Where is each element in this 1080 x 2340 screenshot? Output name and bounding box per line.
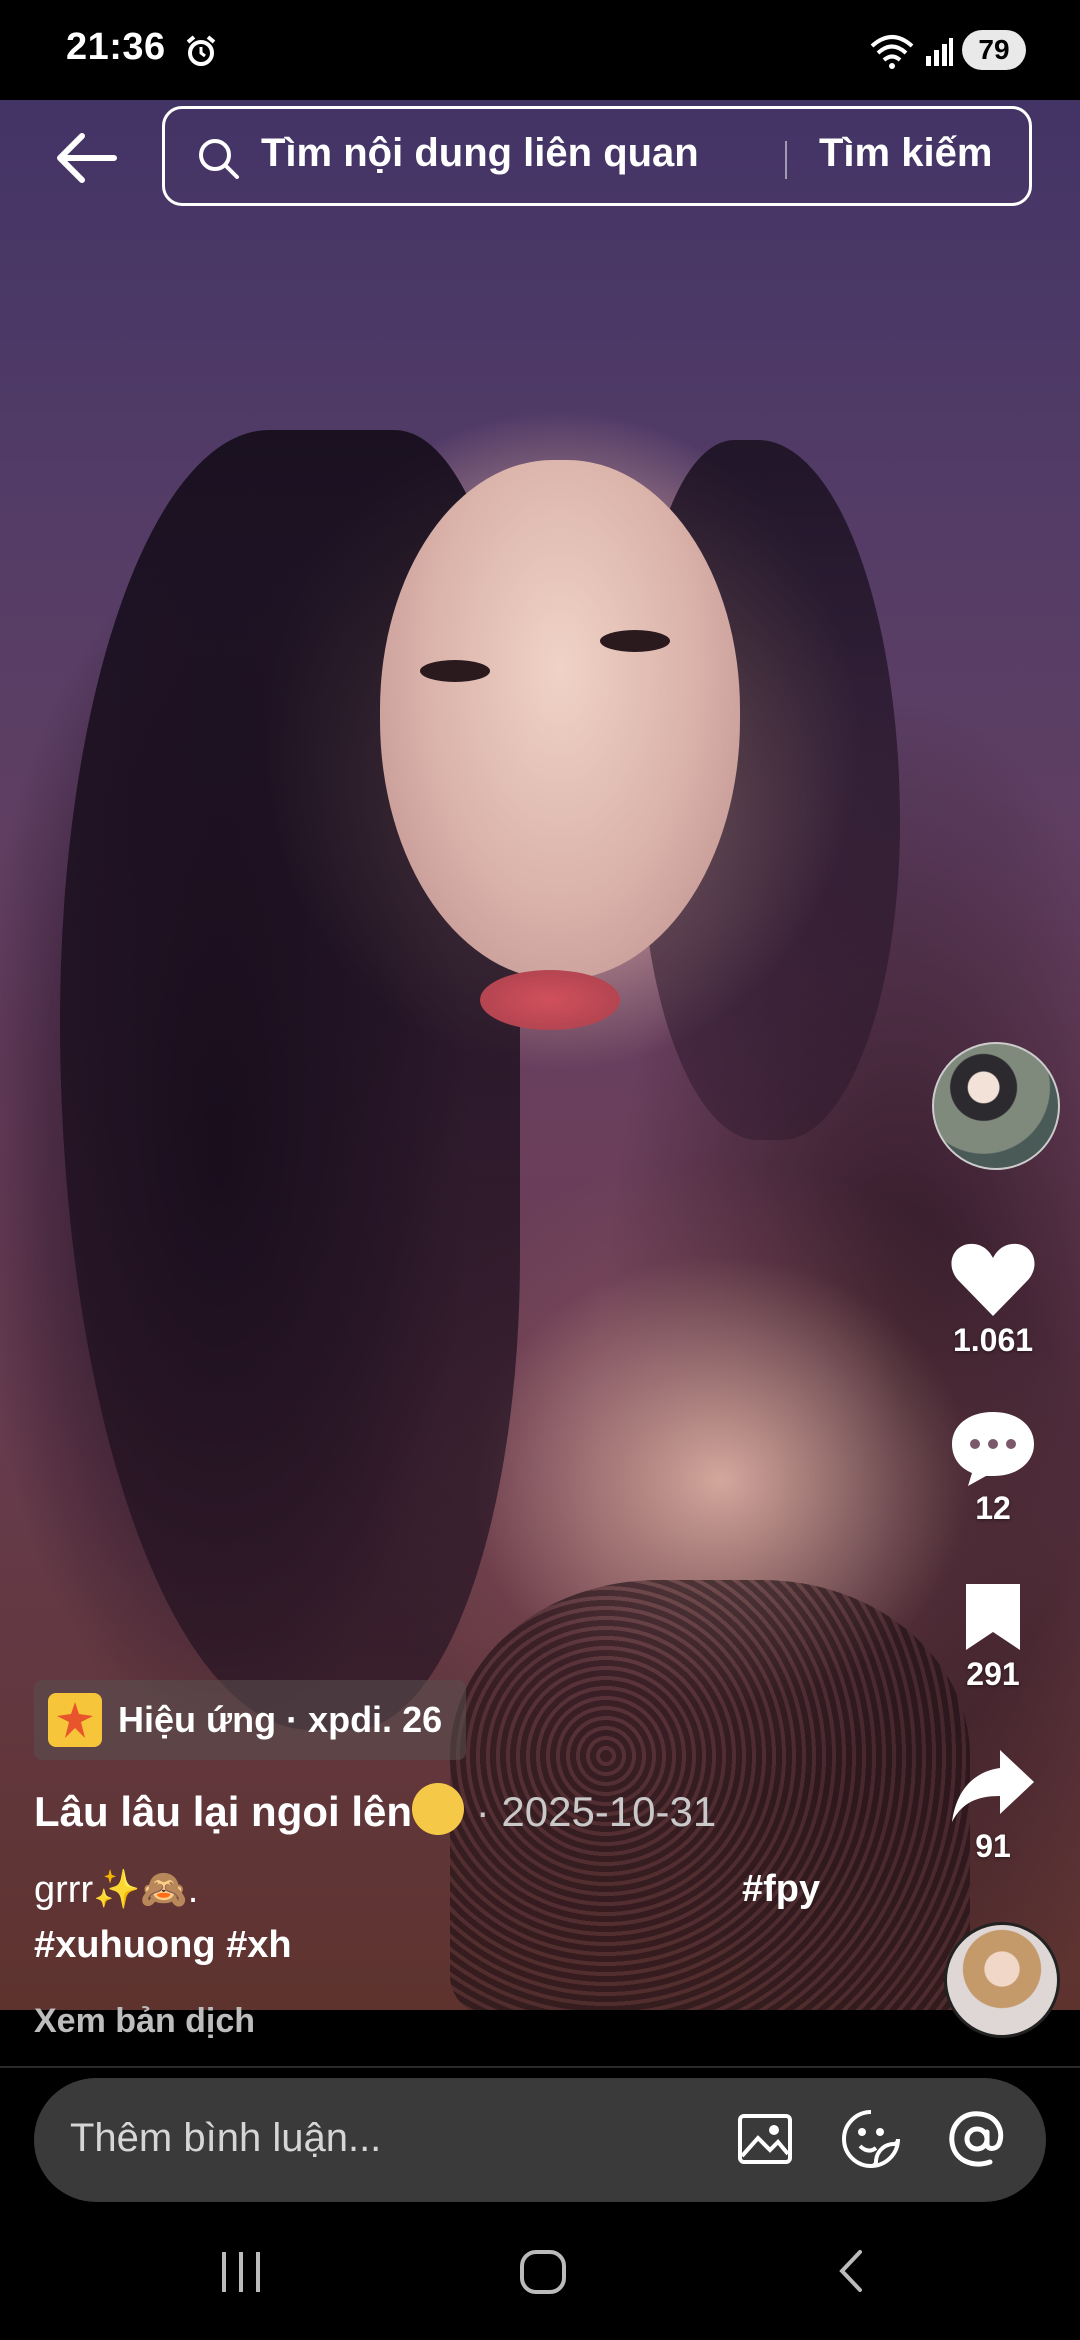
save-count: 291 [966, 1656, 1020, 1692]
search-bar[interactable]: Tìm nội dung liên quan Tìm kiếm [162, 106, 1032, 206]
video-frame-detail [380, 460, 740, 980]
caption-line: grrr✨🙈. [34, 1869, 199, 1911]
back-icon[interactable] [828, 2246, 878, 2296]
search-input[interactable]: Tìm nội dung liên quan [261, 131, 699, 176]
recents-icon[interactable] [216, 2246, 266, 2296]
sound-avatar[interactable] [944, 1922, 1060, 2038]
like-count: 1.061 [952, 1322, 1034, 1358]
share-button[interactable]: 91 [928, 1746, 1058, 1865]
status-time: 21:36 [66, 26, 166, 68]
comment-count: 12 [975, 1490, 1011, 1526]
wifi-icon [870, 35, 914, 69]
battery-indicator: 79 [962, 30, 1026, 70]
video-frame-detail [420, 660, 490, 682]
search-button[interactable]: Tìm kiếm [819, 131, 992, 176]
share-icon [952, 1750, 1034, 1822]
sticker-icon[interactable] [840, 2108, 902, 2170]
search-icon [199, 139, 239, 179]
bookmark-icon [966, 1584, 1020, 1650]
divider [0, 2066, 1080, 2068]
comment-input[interactable]: Thêm bình luận... [70, 2116, 381, 2161]
creator-avatar[interactable] [932, 1042, 1060, 1170]
status-bar: 21:36 79 [0, 0, 1080, 100]
comment-bar[interactable]: Thêm bình luận... [34, 2078, 1046, 2202]
share-count: 91 [975, 1828, 1011, 1864]
image-icon[interactable] [734, 2108, 796, 2170]
search-divider [785, 141, 787, 179]
like-button[interactable]: 1.061 [928, 1240, 1058, 1359]
signal-icon [926, 38, 953, 66]
hashtag-links[interactable]: #xuhuong #xh [34, 1924, 292, 1967]
translate-link[interactable]: Xem bản dịch [34, 2002, 255, 2041]
video-frame-detail [480, 970, 620, 1030]
effect-tag[interactable]: Hiệu ứng · xpdi. 26 [34, 1680, 467, 1760]
title-text: Lâu lâu lại ngoi lên [34, 1788, 413, 1835]
alarm-icon [186, 35, 216, 66]
comment-button[interactable]: 12 [928, 1408, 1058, 1527]
heart-icon [951, 1243, 1035, 1316]
effect-label: Hiệu ứng · xpdi. 26 [118, 1699, 443, 1740]
hashtag-link[interactable]: #fpy [742, 1868, 820, 1911]
back-arrow-icon[interactable] [54, 130, 118, 186]
video-frame-detail [600, 630, 670, 652]
mention-icon[interactable] [946, 2108, 1008, 2170]
comment-icon [952, 1412, 1034, 1486]
post-date: · 2025-10-31 [475, 1788, 717, 1835]
system-nav-bar [0, 2210, 1080, 2340]
video-title: Lâu lâu lại ngoi lên · 2025-10-31 [34, 1782, 717, 1841]
dizzy-emoji-icon [412, 1782, 465, 1835]
save-button[interactable]: 291 [928, 1580, 1058, 1693]
home-icon[interactable] [518, 2246, 568, 2296]
effect-icon [48, 1693, 102, 1747]
